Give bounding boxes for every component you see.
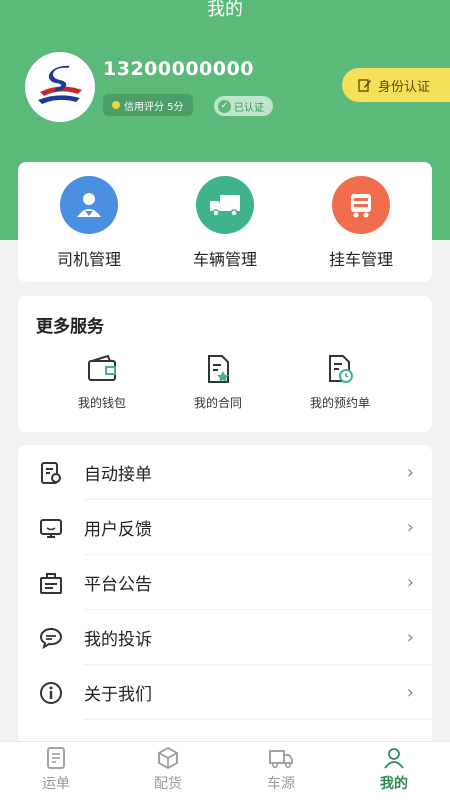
appointment-icon <box>329 355 353 383</box>
management-card: 司机管理 车辆管理 挂车管理 <box>18 162 432 282</box>
chevron-right-icon: › <box>406 462 414 483</box>
credit-score-text: 信用评分 5分 <box>124 101 184 113</box>
tab-dispatch[interactable]: 配货 <box>112 746 224 793</box>
company-logo <box>38 65 82 104</box>
menu-item-announcement[interactable]: 平台公告 › <box>18 555 432 610</box>
trailer-icon <box>332 176 390 234</box>
announcement-icon <box>38 570 64 596</box>
vehicle-management-label: 车辆管理 <box>192 250 257 269</box>
check-icon: ✓ <box>218 99 231 113</box>
my-appointment-button[interactable]: 我的预约单 <box>280 354 400 411</box>
driver-management-button[interactable]: 司机管理 <box>20 176 158 270</box>
auto-order-icon <box>38 460 64 486</box>
tab-label: 我的 <box>380 776 408 792</box>
my-wallet-label: 我的钱包 <box>77 396 126 410</box>
trailer-management-button[interactable]: 挂车管理 <box>292 176 430 270</box>
chevron-right-icon: › <box>406 572 414 593</box>
wallet-icon <box>88 354 116 381</box>
divider <box>84 719 432 720</box>
chevron-right-icon: › <box>406 627 414 648</box>
tab-waybill[interactable]: 运单 <box>0 746 112 793</box>
feedback-icon <box>38 515 64 541</box>
menu-label: 关于我们 <box>84 685 152 705</box>
chevron-right-icon: › <box>406 517 414 538</box>
medal-icon <box>112 101 120 109</box>
menu-label: 自动接单 <box>84 465 152 485</box>
verified-text: 已认证 <box>234 102 264 114</box>
menu-label: 我的投诉 <box>84 630 152 650</box>
waybill-icon <box>47 747 65 769</box>
chevron-right-icon: › <box>406 682 414 703</box>
menu-item-auto-order[interactable]: 自动接单 › <box>18 445 432 500</box>
truck-icon <box>269 750 293 768</box>
trailer-management-label: 挂车管理 <box>328 250 393 269</box>
more-services-card: 更多服务 我的钱包 我的合同 我的预约单 <box>18 296 432 432</box>
my-appointment-label: 我的预约单 <box>309 396 370 410</box>
driver-management-label: 司机管理 <box>56 250 121 269</box>
menu-item-feedback[interactable]: 用户反馈 › <box>18 500 432 555</box>
menu-item-about[interactable]: 关于我们 › <box>18 665 432 720</box>
complaint-icon <box>38 625 64 651</box>
menu-label: 用户反馈 <box>84 520 152 540</box>
tab-vehicle-source[interactable]: 车源 <box>225 746 337 793</box>
my-contract-label: 我的合同 <box>193 396 242 410</box>
edit-icon <box>358 79 371 92</box>
bottom-tab-bar: 运单 配货 车源 我的 <box>0 741 450 800</box>
verified-badge: ✓ 已认证 <box>214 96 273 116</box>
tab-label: 车源 <box>267 776 295 792</box>
page-title: 我的 <box>207 0 243 20</box>
menu-list: 自动接单 › 用户反馈 › 平台公告 › 我的投诉 › 关于我们 › <box>18 445 432 745</box>
more-services-title: 更多服务 <box>36 317 104 337</box>
driver-icon <box>60 176 118 234</box>
truck-icon <box>196 176 254 234</box>
my-contract-button[interactable]: 我的合同 <box>158 354 278 411</box>
tab-label: 配货 <box>154 776 182 792</box>
box-icon <box>158 746 178 770</box>
id-auth-button[interactable]: 身份认证 <box>342 68 450 102</box>
menu-item-complaint[interactable]: 我的投诉 › <box>18 610 432 665</box>
user-icon <box>384 748 404 769</box>
my-wallet-button[interactable]: 我的钱包 <box>42 354 162 411</box>
info-icon <box>38 680 64 706</box>
avatar[interactable] <box>25 52 95 122</box>
menu-label: 平台公告 <box>84 575 152 595</box>
tab-mine[interactable]: 我的 <box>338 746 450 793</box>
id-auth-label: 身份认证 <box>378 79 431 95</box>
tab-label: 运单 <box>42 776 70 792</box>
contract-icon <box>208 355 229 383</box>
credit-score-badge: 信用评分 5分 <box>103 94 193 116</box>
vehicle-management-button[interactable]: 车辆管理 <box>156 176 294 270</box>
phone-number: 13200000000 <box>103 58 254 80</box>
